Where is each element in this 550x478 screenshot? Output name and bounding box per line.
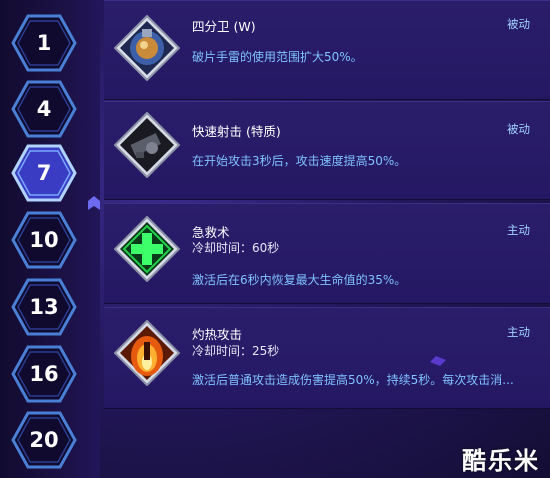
tier-button-10[interactable]: 10 — [11, 211, 77, 269]
talent-row-4[interactable]: 灼热攻击 主动 冷却时间：25秒 激活后普通攻击造成伤害提高50%，持续5秒。每… — [104, 307, 550, 409]
tier-button-1[interactable]: 1 — [11, 14, 77, 72]
talent-description: 破片手雷的使用范围扩大50%。 — [192, 50, 363, 64]
tier-button-7[interactable]: 7 — [11, 144, 77, 202]
watermark: 酷乐米 — [462, 447, 540, 475]
tier-label: 10 — [29, 228, 59, 252]
tier-button-4[interactable]: 4 — [11, 80, 77, 138]
tier-label: 1 — [36, 31, 52, 55]
tier-button-13[interactable]: 13 — [11, 278, 77, 336]
grenade-icon — [114, 15, 180, 81]
tier-label: 4 — [36, 97, 52, 121]
tier-label: 13 — [29, 295, 59, 319]
tier-sidebar: 1 4 7 10 13 16 20 — [0, 0, 100, 478]
talent-screen: 1 4 7 10 13 16 20 四分卫 (W) 被动 破片手雷的使用范围扩大… — [0, 0, 550, 478]
talent-cooldown: 冷却时间：25秒 — [192, 344, 280, 358]
tier-button-20[interactable]: 20 — [11, 411, 77, 469]
talent-type: 被动 — [507, 122, 530, 136]
fire-icon — [114, 320, 180, 386]
talent-name: 灼热攻击 — [192, 327, 243, 342]
talent-description: 在开始攻击3秒后，攻击速度提高50%。 — [192, 154, 407, 168]
selection-pointer-icon — [88, 196, 100, 210]
talent-description: 激活后普通攻击造成伤害提高50%，持续5秒。每次攻击消... — [192, 373, 514, 387]
talent-row-1[interactable]: 四分卫 (W) 被动 破片手雷的使用范围扩大50%。 — [104, 0, 550, 100]
tier-button-16[interactable]: 16 — [11, 345, 77, 403]
talent-name: 快速射击 (特质) — [192, 124, 281, 139]
tier-label: 20 — [29, 428, 59, 452]
talent-name: 四分卫 (W) — [192, 19, 256, 34]
talent-row-3[interactable]: 急救术 主动 冷却时间：60秒 激活后在6秒内恢复最大生命值的35%。 — [104, 203, 550, 304]
medical-cross-icon — [114, 216, 180, 282]
tier-label: 16 — [29, 362, 59, 386]
talent-cooldown: 冷却时间：60秒 — [192, 241, 280, 255]
talent-type: 被动 — [507, 17, 530, 31]
talent-type: 主动 — [507, 223, 530, 237]
talent-type: 主动 — [507, 325, 530, 339]
tier-label: 7 — [36, 161, 52, 185]
cursor-marker-icon — [430, 356, 446, 366]
gun-icon — [114, 112, 180, 178]
talent-description: 激活后在6秒内恢复最大生命值的35%。 — [192, 273, 407, 287]
talent-row-2[interactable]: 快速射击 (特质) 被动 在开始攻击3秒后，攻击速度提高50%。 — [104, 101, 550, 200]
